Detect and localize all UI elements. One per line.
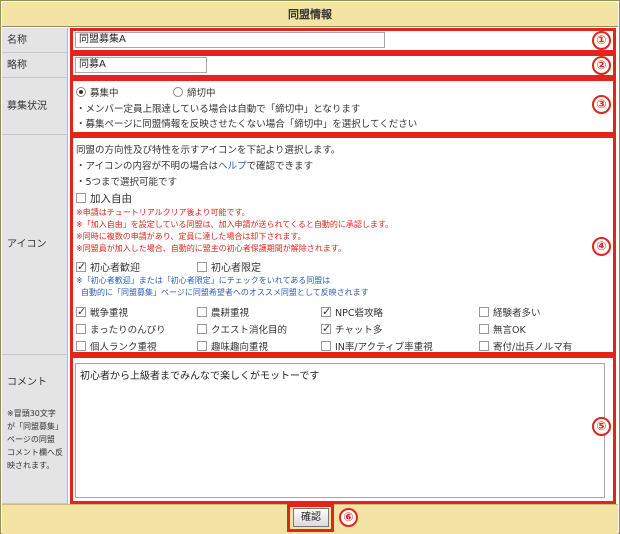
icon-option[interactable]: まったりのんびり: [76, 322, 166, 336]
recruit-label: 募集状況: [2, 78, 68, 135]
icon-option[interactable]: クエスト消化目的: [197, 322, 287, 336]
abbr-input[interactable]: 同募A: [75, 57, 207, 73]
name-label: 名称: [2, 28, 68, 53]
recruit-closed-option[interactable]: 締切中: [173, 85, 216, 99]
icon-option-label: チャット多: [335, 325, 383, 336]
recruit-open-option[interactable]: 募集中: [76, 85, 119, 99]
icon-intro-2-post: で確認できます: [246, 161, 314, 172]
marker-5: ⑤: [592, 417, 611, 436]
free-join-note: ※同時に複数の申請があり、定員に達した場合は却下されます。: [76, 232, 306, 241]
alliance-info-panel: 同盟情報 名称 同盟募集A ① 略称 同募A ② 募集状況 募集中 締切中 ・メ…: [0, 0, 620, 534]
icon-option[interactable]: 農耕重視: [197, 305, 249, 319]
beginner-welcome-label: 初心者歓迎: [90, 263, 140, 274]
beginner-only-label: 初心者限定: [211, 263, 261, 274]
marker-2: ②: [592, 56, 611, 75]
comment-textarea[interactable]: 初心者から上級者までみんなで楽しくがモットーです: [75, 363, 605, 498]
checkbox-checked-icon[interactable]: [76, 305, 86, 318]
checkbox-empty-icon[interactable]: [76, 324, 86, 334]
icon-label: アイコン: [2, 135, 68, 355]
icon-intro-2: ・アイコンの内容が不明の場合はヘルプで確認できます: [76, 158, 313, 172]
recruit-closed-label: 締切中: [187, 88, 216, 99]
checkbox-empty-icon[interactable]: [321, 341, 331, 351]
icon-option[interactable]: NPC砦攻略: [321, 305, 383, 319]
icon-option[interactable]: 寄付/出兵ノルマ有: [479, 339, 572, 353]
free-join-note: ※申請はチュートリアルクリア後より可能です。: [76, 208, 250, 217]
icon-option-label: 経験者多い: [493, 308, 541, 319]
checkbox-checked-icon[interactable]: [321, 322, 331, 335]
checkbox-empty-icon[interactable]: [197, 341, 207, 351]
icon-option-label: NPC砦攻略: [335, 308, 383, 319]
free-join-note: ※「加入自由」を設定している同盟は、加入申請が送られてくると自動的に承認します。: [76, 220, 394, 229]
comment-hint-line: が「同盟募集」: [7, 422, 63, 431]
recruit-note-2: ・募集ページに同盟情報を反映させたくない場合「締切中」を選択してください: [76, 119, 418, 130]
icon-option[interactable]: 戦争重視: [76, 305, 128, 319]
icon-intro-2-pre: ・アイコンの内容が不明の場合は: [76, 161, 219, 172]
radio-selected-icon[interactable]: [76, 87, 86, 97]
icon-option-label: 農耕重視: [211, 308, 250, 319]
comment-hint-line: 映されます。: [7, 461, 55, 470]
recruit-open-label: 募集中: [90, 88, 119, 99]
icon-option[interactable]: 無言OK: [479, 322, 526, 336]
comment-hint-line: ※冒頭30文字: [7, 409, 56, 418]
help-link[interactable]: ヘルプ: [218, 161, 247, 172]
icon-option-label: 寄付/出兵ノルマ有: [493, 342, 573, 353]
confirm-button[interactable]: 確認: [293, 508, 329, 527]
checkbox-empty-icon[interactable]: [479, 307, 489, 317]
abbr-label: 略称: [2, 53, 68, 78]
free-join-note: ※同盟員が加入した場合、自動的に盟主の初心者保護期間が解除されます。: [76, 244, 346, 253]
checkbox-checked-icon[interactable]: [321, 305, 331, 318]
icon-option[interactable]: IN率/アクティブ率重視: [321, 339, 433, 353]
checkbox-empty-icon[interactable]: [197, 262, 207, 272]
name-input[interactable]: 同盟募集A: [75, 32, 385, 48]
icon-option-label: 趣味趣向重視: [211, 342, 269, 353]
icon-option[interactable]: 趣味趣向重視: [197, 339, 268, 353]
icon-intro-3: ・5つまで選択可能です: [76, 177, 178, 188]
beginner-note: ※「初心者歓迎」または「初心者限定」にチェックをいれてある同盟は: [76, 276, 331, 285]
checkbox-empty-icon[interactable]: [197, 324, 207, 334]
beginner-note: 自動的に「同盟募集」ページに同盟希望者へのオススメ同盟として反映されます: [81, 288, 369, 297]
free-join-option[interactable]: 加入自由: [76, 191, 132, 206]
marker-4: ④: [592, 237, 611, 256]
icon-option-label: 戦争重視: [90, 308, 129, 319]
icon-option-label: クエスト消化目的: [211, 325, 288, 336]
checkbox-empty-icon[interactable]: [76, 341, 86, 351]
icon-option[interactable]: チャット多: [321, 322, 382, 336]
checkbox-empty-icon[interactable]: [479, 324, 489, 334]
comment-hint-line: ページの同盟: [7, 435, 55, 444]
comment-hint-line: コメント欄へ反: [7, 448, 63, 457]
icon-option-label: IN率/アクティブ率重視: [335, 342, 433, 353]
checkbox-empty-icon[interactable]: [479, 341, 489, 351]
icon-option[interactable]: 経験者多い: [479, 305, 541, 319]
icon-option-label: 個人ランク重視: [90, 342, 157, 353]
beginner-only-option[interactable]: 初心者限定: [197, 259, 261, 274]
icon-option-label: 無言OK: [493, 325, 526, 336]
marker-3: ③: [592, 95, 611, 114]
comment-hint: ※冒頭30文字 が「同盟募集」 ページの同盟 コメント欄へ反 映されます。: [7, 407, 67, 472]
marker-1: ①: [592, 31, 611, 50]
icon-option-label: まったりのんびり: [90, 325, 166, 336]
checkbox-empty-icon[interactable]: [76, 193, 86, 203]
checkbox-empty-icon[interactable]: [197, 307, 207, 317]
recruit-note-1: ・メンバー定員上限達している場合は自動で「締切中」となります: [76, 104, 361, 115]
marker-6: ⑥: [339, 508, 358, 527]
radio-empty-icon[interactable]: [173, 87, 183, 97]
icon-intro-1: 同盟の方向性及び特性を示すアイコンを下記より選択します。: [76, 145, 341, 156]
beginner-welcome-option[interactable]: 初心者歓迎: [76, 259, 140, 274]
checkbox-checked-icon[interactable]: [76, 260, 86, 273]
panel-title: 同盟情報: [2, 2, 618, 27]
comment-label-cell: コメント ※冒頭30文字 が「同盟募集」 ページの同盟 コメント欄へ反 映されま…: [2, 355, 68, 504]
icon-option[interactable]: 個人ランク重視: [76, 339, 157, 353]
comment-label: コメント: [7, 377, 47, 388]
free-join-label: 加入自由: [90, 193, 132, 205]
